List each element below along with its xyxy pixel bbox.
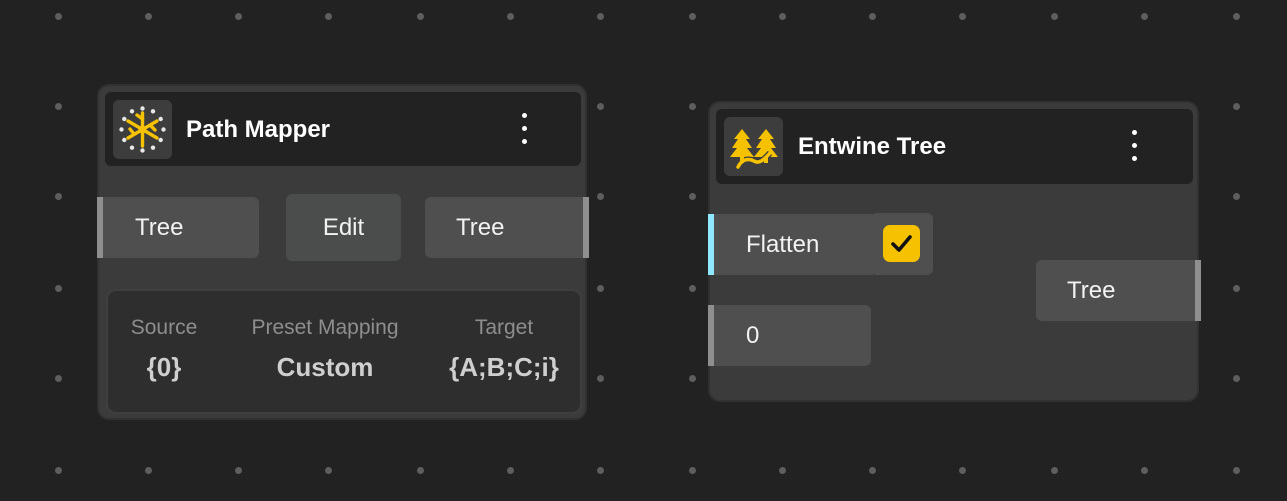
entwine-tree-node[interactable]: Entwine Tree Flatten 0 Tree xyxy=(708,101,1201,402)
check-icon xyxy=(891,235,912,252)
grid-dot xyxy=(55,285,62,292)
node-menu-button[interactable] xyxy=(1125,128,1145,164)
node-title: Path Mapper xyxy=(186,116,331,143)
mapping-panel: Source {0} Preset Mapping Custom Target … xyxy=(106,289,582,414)
source-value[interactable]: {0} xyxy=(108,352,220,383)
port-connector[interactable] xyxy=(708,305,714,366)
preset-mapping-label: Preset Mapping xyxy=(251,316,399,339)
grid-dot xyxy=(959,13,966,20)
grid-dot xyxy=(1051,467,1058,474)
grid-dot xyxy=(235,467,242,474)
grid-dot xyxy=(597,13,604,20)
grid-dot xyxy=(1141,13,1148,20)
grid-dot xyxy=(689,13,696,20)
port-connector[interactable] xyxy=(1195,260,1201,321)
grid-dot xyxy=(507,13,514,20)
output-port-tree[interactable]: Tree xyxy=(1036,260,1201,321)
port-label: Tree xyxy=(1067,276,1116,304)
grid-dot xyxy=(1233,193,1240,200)
grid-dot xyxy=(235,13,242,20)
port-label: Flatten xyxy=(746,230,820,258)
grid-dot xyxy=(689,285,696,292)
grid-dot xyxy=(1233,285,1240,292)
grid-dot xyxy=(597,467,604,474)
grid-dot xyxy=(1141,467,1148,474)
grid-dot xyxy=(959,467,966,474)
grid-dot xyxy=(1233,13,1240,20)
grid-dot xyxy=(1051,13,1058,20)
grid-dot xyxy=(597,193,604,200)
path-mapper-node[interactable]: Path Mapper Tree Edit Tree Source {0} Pr… xyxy=(97,84,589,420)
grid-dot xyxy=(779,13,786,20)
grid-dot xyxy=(1233,375,1240,382)
grid-dot xyxy=(417,13,424,20)
source-label: Source xyxy=(130,316,198,339)
target-label: Target xyxy=(474,316,534,339)
grid-dot xyxy=(507,467,514,474)
grid-dot xyxy=(1233,103,1240,110)
grid-dot xyxy=(417,467,424,474)
checkbox[interactable] xyxy=(883,225,920,262)
port-value: 0 xyxy=(746,321,760,349)
input-port-flatten[interactable]: Flatten xyxy=(708,214,873,275)
grid-dot xyxy=(689,193,696,200)
grid-dot xyxy=(779,467,786,474)
grid-dot xyxy=(55,375,62,382)
grid-dot xyxy=(597,103,604,110)
grid-dot xyxy=(145,467,152,474)
entwine-tree-icon xyxy=(724,117,783,176)
port-label: Tree xyxy=(456,213,505,241)
grid-dot xyxy=(55,193,62,200)
output-port-tree[interactable]: Tree xyxy=(425,197,589,258)
grid-dot xyxy=(145,13,152,20)
node-title: Entwine Tree xyxy=(798,133,947,160)
node-header[interactable]: Entwine Tree xyxy=(716,109,1193,184)
target-value[interactable]: {A;B;C;i} xyxy=(438,352,570,383)
grid-dot xyxy=(689,103,696,110)
grid-dot xyxy=(55,467,62,474)
grid-dot xyxy=(1233,467,1240,474)
preset-mapping-value[interactable]: Custom xyxy=(234,352,416,383)
input-port-tree[interactable]: Tree xyxy=(97,197,259,258)
flatten-toggle[interactable] xyxy=(871,213,933,275)
node-menu-button[interactable] xyxy=(515,111,535,147)
grid-dot xyxy=(597,285,604,292)
port-connector[interactable] xyxy=(583,197,589,258)
grid-dot xyxy=(55,103,62,110)
input-port-index[interactable]: 0 xyxy=(708,305,871,366)
grid-dot xyxy=(869,467,876,474)
port-connector[interactable] xyxy=(708,214,714,275)
edit-button[interactable]: Edit xyxy=(286,194,401,261)
grid-dot xyxy=(325,13,332,20)
grid-dot xyxy=(325,467,332,474)
port-connector[interactable] xyxy=(97,197,103,258)
grid-dot xyxy=(689,375,696,382)
path-mapper-icon xyxy=(113,100,172,159)
grid-dot xyxy=(597,375,604,382)
port-label: Tree xyxy=(135,213,184,241)
grid-dot xyxy=(55,13,62,20)
grid-dot xyxy=(689,467,696,474)
node-header[interactable]: Path Mapper xyxy=(105,92,581,166)
grid-dot xyxy=(869,13,876,20)
